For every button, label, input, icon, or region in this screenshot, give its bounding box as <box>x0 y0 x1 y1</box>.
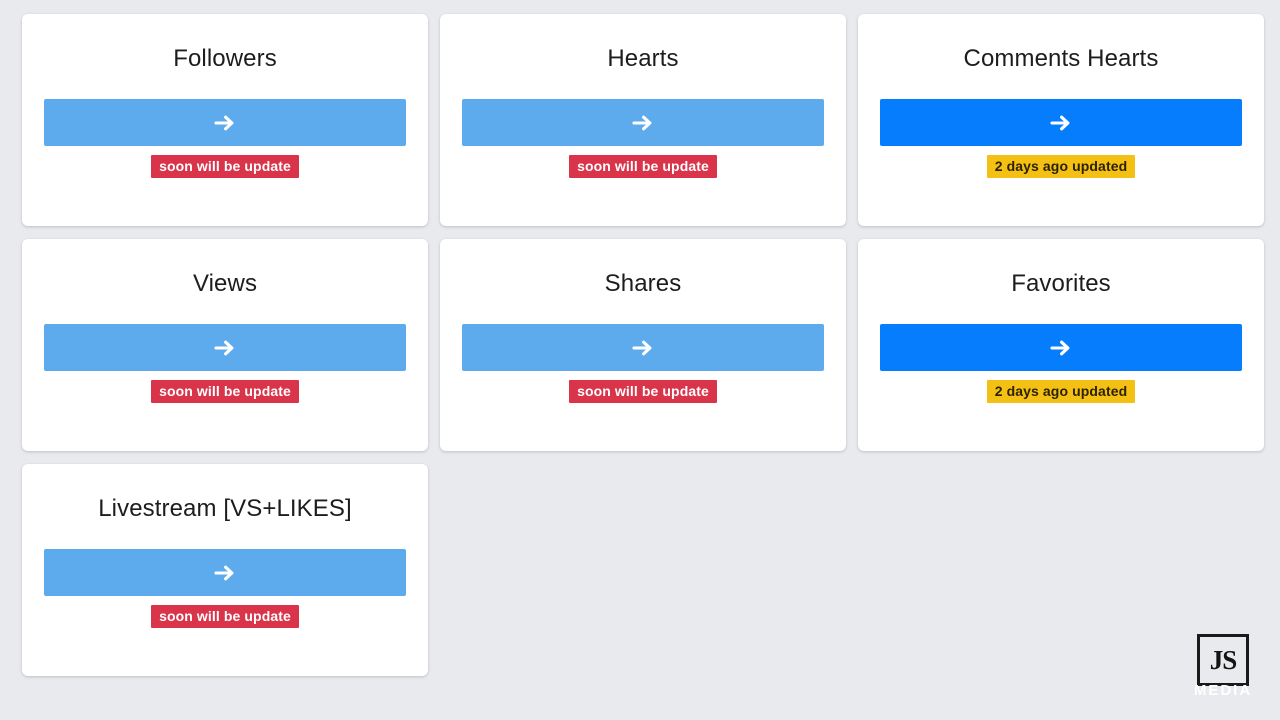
arrow-right-icon <box>1048 110 1074 136</box>
service-card: Views soon will be update <box>22 239 428 451</box>
service-card: Livestream [VS+LIKES] soon will be updat… <box>22 464 428 676</box>
arrow-right-icon <box>212 560 238 586</box>
service-status-badge: 2 days ago updated <box>986 380 1136 403</box>
service-card-title: Followers <box>173 45 277 72</box>
service-card: Hearts soon will be update <box>440 14 846 226</box>
service-status-badge: soon will be update <box>151 380 299 403</box>
page-root: Followers soon will be update Hearts soo… <box>0 0 1280 720</box>
service-open-button[interactable] <box>462 324 824 371</box>
service-card: Followers soon will be update <box>22 14 428 226</box>
service-card-title: Favorites <box>1011 270 1111 297</box>
service-open-button[interactable] <box>462 99 824 146</box>
service-status-badge: soon will be update <box>151 155 299 178</box>
service-open-button[interactable] <box>880 99 1242 146</box>
arrow-right-icon <box>212 335 238 361</box>
service-open-button[interactable] <box>44 549 406 596</box>
arrow-right-icon <box>630 335 656 361</box>
arrow-right-icon <box>630 110 656 136</box>
service-card-title: Comments Hearts <box>963 45 1159 72</box>
service-card: Shares soon will be update <box>440 239 846 451</box>
service-status-badge: soon will be update <box>151 605 299 628</box>
arrow-right-icon <box>1048 335 1074 361</box>
service-card-grid: Followers soon will be update Hearts soo… <box>22 14 1264 676</box>
watermark-caption: MEDIA <box>1193 682 1253 699</box>
service-status-badge: 2 days ago updated <box>986 155 1136 178</box>
service-status-badge: soon will be update <box>569 155 717 178</box>
arrow-right-icon <box>212 110 238 136</box>
service-card-title: Livestream [VS+LIKES] <box>98 495 352 522</box>
service-open-button[interactable] <box>44 99 406 146</box>
service-card-title: Shares <box>604 270 682 297</box>
service-status-badge: soon will be update <box>569 380 717 403</box>
service-card-title: Hearts <box>607 45 679 72</box>
service-card-title: Views <box>192 270 258 297</box>
service-open-button[interactable] <box>44 324 406 371</box>
service-card: Favorites 2 days ago updated <box>858 239 1264 451</box>
service-card: Comments Hearts 2 days ago updated <box>858 14 1264 226</box>
service-open-button[interactable] <box>880 324 1242 371</box>
